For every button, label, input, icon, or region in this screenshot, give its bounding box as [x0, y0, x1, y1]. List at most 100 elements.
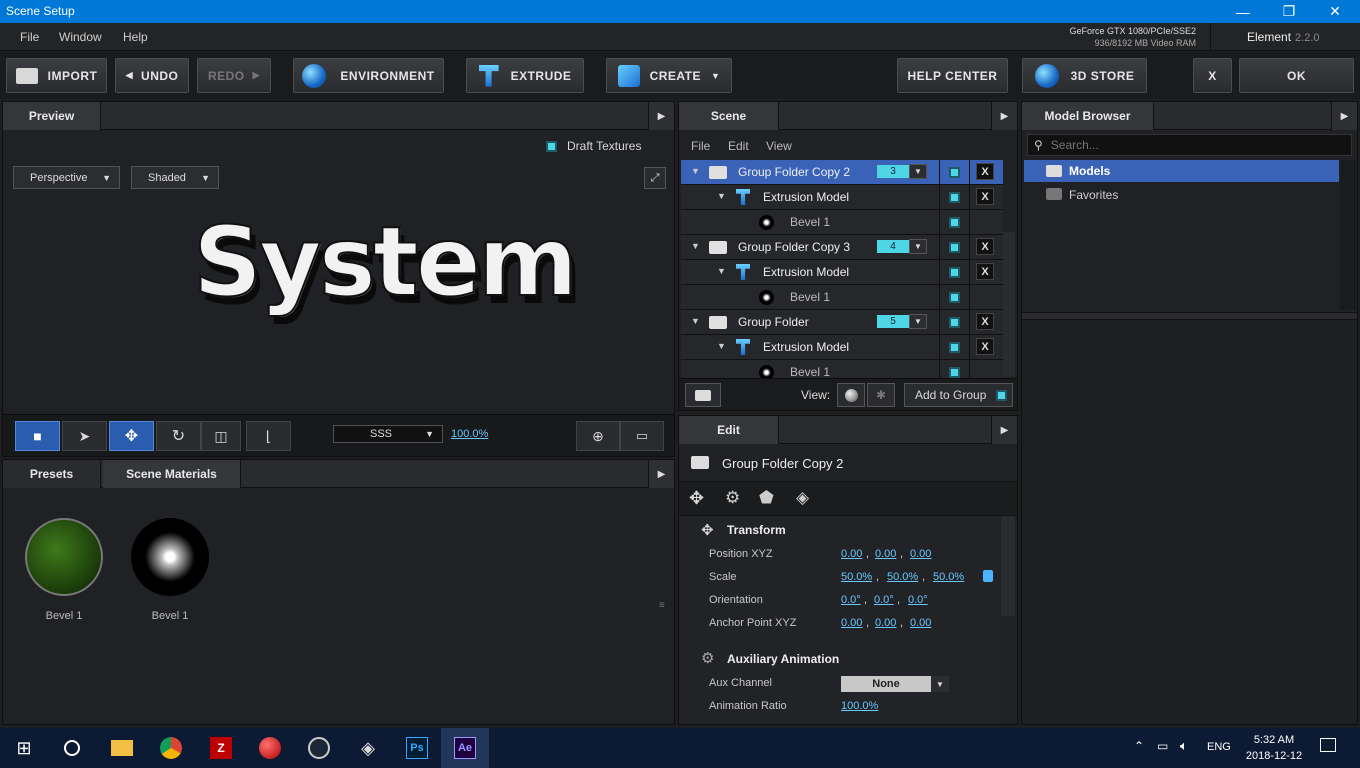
visibility-cell[interactable]: [939, 335, 969, 359]
add-to-group-button[interactable]: Add to Group: [904, 383, 1013, 407]
visibility-checkbox[interactable]: [949, 291, 960, 303]
cortana-button[interactable]: [48, 728, 96, 768]
environment-button[interactable]: ENVIRONMENT: [293, 58, 444, 93]
search-field[interactable]: ⚲: [1027, 134, 1352, 156]
steam-taskbar-button[interactable]: [295, 728, 343, 768]
shading-select[interactable]: Shaded ▼: [131, 166, 219, 189]
scale-tool-icon[interactable]: ◫: [201, 421, 241, 451]
scale-z[interactable]: 50.0%: [933, 571, 964, 583]
anchor-z[interactable]: 0.00: [910, 617, 931, 629]
scene-menu-view[interactable]: View: [766, 139, 792, 153]
new-folder-icon[interactable]: [685, 383, 721, 407]
close-window-button[interactable]: ✕: [1312, 0, 1358, 23]
visibility-checkbox[interactable]: [949, 266, 960, 278]
panel-menu-arrow-icon[interactable]: ▶: [648, 460, 674, 488]
view-mode-select[interactable]: Perspective ▼: [13, 166, 120, 189]
tree-row-bevel[interactable]: Bevel 1: [681, 210, 1003, 235]
scene-menu-file[interactable]: File: [691, 139, 710, 153]
scale-x[interactable]: 50.0%: [841, 571, 872, 583]
panel-menu-arrow-icon[interactable]: ▶: [991, 416, 1017, 444]
draft-textures-toggle[interactable]: Draft Textures: [546, 139, 641, 153]
visibility-checkbox[interactable]: [949, 216, 960, 228]
expand-icon[interactable]: ▼: [717, 191, 726, 201]
chevron-down-icon[interactable]: ▼: [909, 164, 927, 179]
app-red-taskbar-button[interactable]: [246, 728, 294, 768]
start-button[interactable]: ⊞: [0, 728, 48, 768]
position-y[interactable]: 0.00: [875, 548, 896, 560]
orientation-x[interactable]: 0.0°: [841, 594, 861, 606]
visibility-cell[interactable]: [939, 160, 969, 184]
animation-ratio-value[interactable]: 100.0%: [841, 700, 878, 712]
help-center-button[interactable]: HELP CENTER: [897, 58, 1008, 93]
menu-window[interactable]: Window: [59, 30, 102, 44]
visibility-checkbox[interactable]: [949, 341, 960, 353]
browser-scrollbar[interactable]: [1340, 160, 1356, 310]
tab-presets[interactable]: Presets: [3, 460, 101, 488]
position-x[interactable]: 0.00: [841, 548, 862, 560]
target-icon[interactable]: ⊕: [576, 421, 620, 451]
network-icon[interactable]: ▭: [1157, 739, 1168, 753]
visibility-checkbox[interactable]: [949, 191, 960, 203]
tab-edit[interactable]: Edit: [679, 416, 779, 444]
tree-row-extrusion-model[interactable]: ▼ Extrusion Model X: [681, 335, 1003, 360]
resize-grip-icon[interactable]: ≡: [659, 600, 665, 611]
expand-icon[interactable]: ▼: [717, 266, 726, 276]
tab-preview[interactable]: Preview: [3, 102, 101, 130]
visibility-checkbox[interactable]: [949, 166, 960, 178]
3d-store-button[interactable]: 3D STORE: [1022, 58, 1147, 93]
ok-button[interactable]: OK: [1239, 58, 1354, 93]
expand-icon[interactable]: ▼: [691, 316, 700, 326]
tree-row-group-folder-copy-3[interactable]: ▼ Group Folder Copy 3 4 ▼ X: [681, 235, 1003, 260]
cancel-button[interactable]: X: [1193, 58, 1232, 93]
camera-tool-icon[interactable]: ■: [15, 421, 60, 451]
orientation-z[interactable]: 0.0°: [908, 594, 928, 606]
menu-help[interactable]: Help: [123, 30, 148, 44]
visibility-cell[interactable]: [939, 235, 969, 259]
maximize-view-icon[interactable]: ⤢: [644, 167, 666, 189]
visibility-cell[interactable]: [939, 285, 969, 309]
filezilla-taskbar-button[interactable]: Z: [197, 728, 245, 768]
material-swatch-black[interactable]: [131, 518, 209, 596]
tree-row-bevel[interactable]: Bevel 1: [681, 285, 1003, 310]
volume-icon[interactable]: 🔈︎: [1180, 738, 1188, 754]
rotate-tool-icon[interactable]: ↻: [156, 421, 201, 451]
panel-menu-arrow-icon[interactable]: ▶: [991, 102, 1017, 130]
expand-icon[interactable]: ▼: [691, 166, 700, 176]
screen-icon[interactable]: ▭: [620, 421, 664, 451]
browser-splitter[interactable]: [1022, 312, 1357, 320]
position-z[interactable]: 0.00: [910, 548, 931, 560]
move-icon[interactable]: ✥: [689, 488, 704, 509]
visibility-checkbox[interactable]: [949, 366, 960, 378]
delete-button[interactable]: X: [976, 238, 994, 255]
browser-item-favorites[interactable]: Favorites: [1024, 184, 1339, 204]
chevron-down-icon[interactable]: ▼: [909, 239, 927, 254]
bevel-shape-icon[interactable]: ⬟: [759, 488, 774, 508]
create-button[interactable]: CREATE ▼: [606, 58, 732, 93]
visibility-cell[interactable]: [939, 310, 969, 334]
menu-file[interactable]: File: [20, 30, 39, 44]
visibility-cell[interactable]: [939, 210, 969, 234]
tree-row-group-folder[interactable]: ▼ Group Folder 5 ▼ X: [681, 310, 1003, 335]
expand-icon[interactable]: ▼: [717, 341, 726, 351]
tray-chevron-icon[interactable]: ⌃: [1134, 739, 1144, 753]
maximize-button[interactable]: ❐: [1266, 0, 1312, 23]
aux-channel-select[interactable]: None ▼: [841, 676, 949, 692]
aftereffects-taskbar-button[interactable]: Ae: [441, 728, 489, 768]
draft-textures-checkbox[interactable]: [546, 140, 557, 152]
notifications-icon[interactable]: [1320, 738, 1336, 752]
unity-taskbar-button[interactable]: ◈: [344, 728, 392, 768]
gear-view-icon[interactable]: ✱: [867, 383, 895, 407]
delete-button[interactable]: X: [976, 188, 994, 205]
anchor-y[interactable]: 0.00: [875, 617, 896, 629]
3d-text[interactable]: System: [192, 205, 579, 319]
delete-button[interactable]: X: [976, 263, 994, 280]
axis-tool-icon[interactable]: ⌊: [246, 421, 291, 451]
material-swatch-green[interactable]: [25, 518, 103, 596]
language-indicator[interactable]: ENG: [1207, 741, 1231, 753]
orientation-y[interactable]: 0.0°: [874, 594, 894, 606]
import-button[interactable]: IMPORT: [6, 58, 107, 93]
visibility-checkbox[interactable]: [949, 241, 960, 253]
search-input[interactable]: [1050, 138, 1331, 152]
tab-scene[interactable]: Scene: [679, 102, 779, 130]
panel-menu-arrow-icon[interactable]: ▶: [1331, 102, 1357, 130]
